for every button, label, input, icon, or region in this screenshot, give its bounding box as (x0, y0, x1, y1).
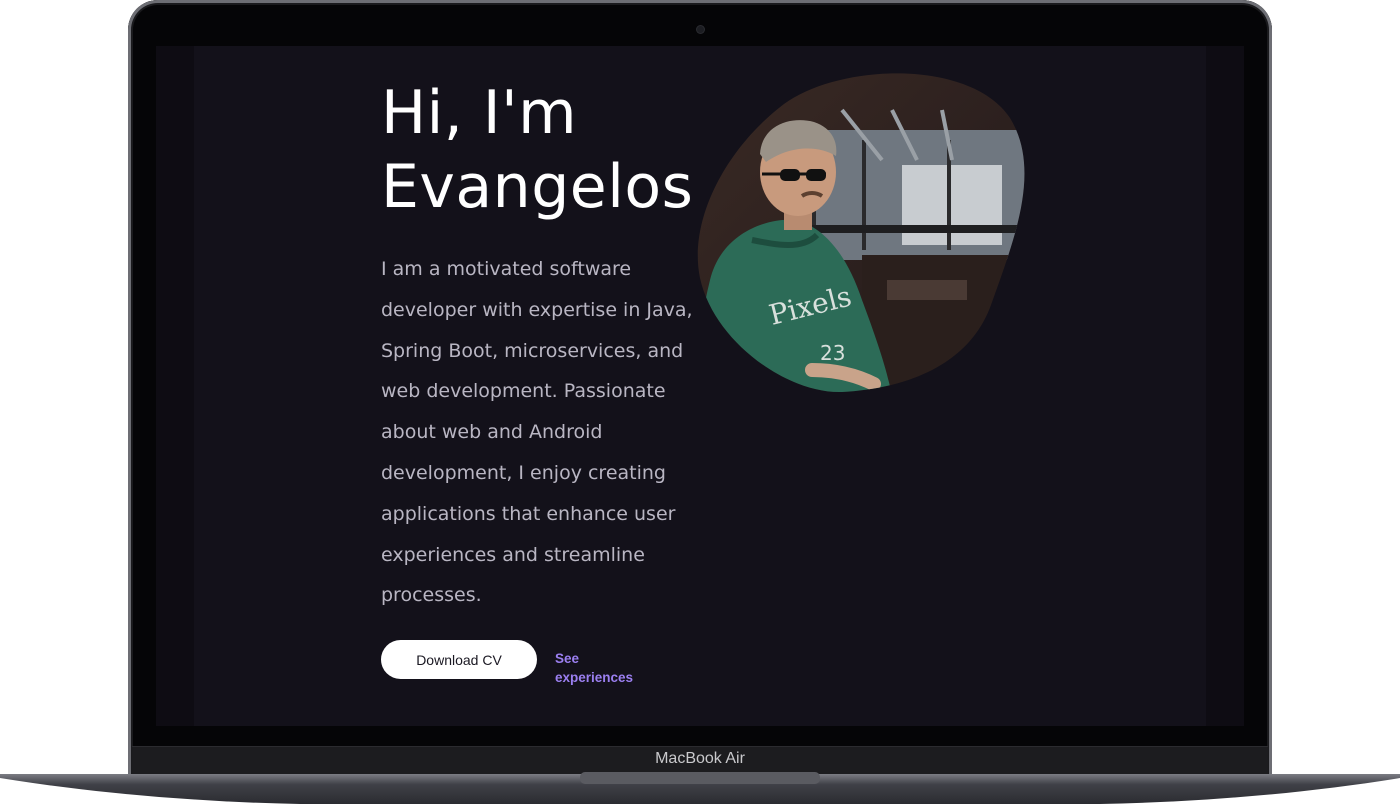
website-screen: Hi, I'm Evangelos I am a motivated softw… (156, 46, 1244, 726)
profile-photo: Pixels 23 (697, 73, 1025, 393)
svg-text:23: 23 (820, 341, 845, 365)
hero-headline: Hi, I'm Evangelos (381, 76, 693, 224)
hero-name: Evangelos (381, 152, 694, 222)
download-cv-button[interactable]: Download CV (381, 640, 537, 679)
camera-icon (697, 26, 704, 33)
hero-intro-text: I am a motivated software developer with… (381, 258, 693, 607)
see-experiences-link[interactable]: See experiences (555, 649, 645, 687)
screen-gutter-right (1206, 46, 1244, 726)
screen-gutter-left (156, 46, 194, 726)
hero-greeting: Hi, I'm (381, 78, 578, 148)
laptop-base (0, 772, 1400, 804)
device-model-label: MacBook Air (655, 750, 745, 767)
